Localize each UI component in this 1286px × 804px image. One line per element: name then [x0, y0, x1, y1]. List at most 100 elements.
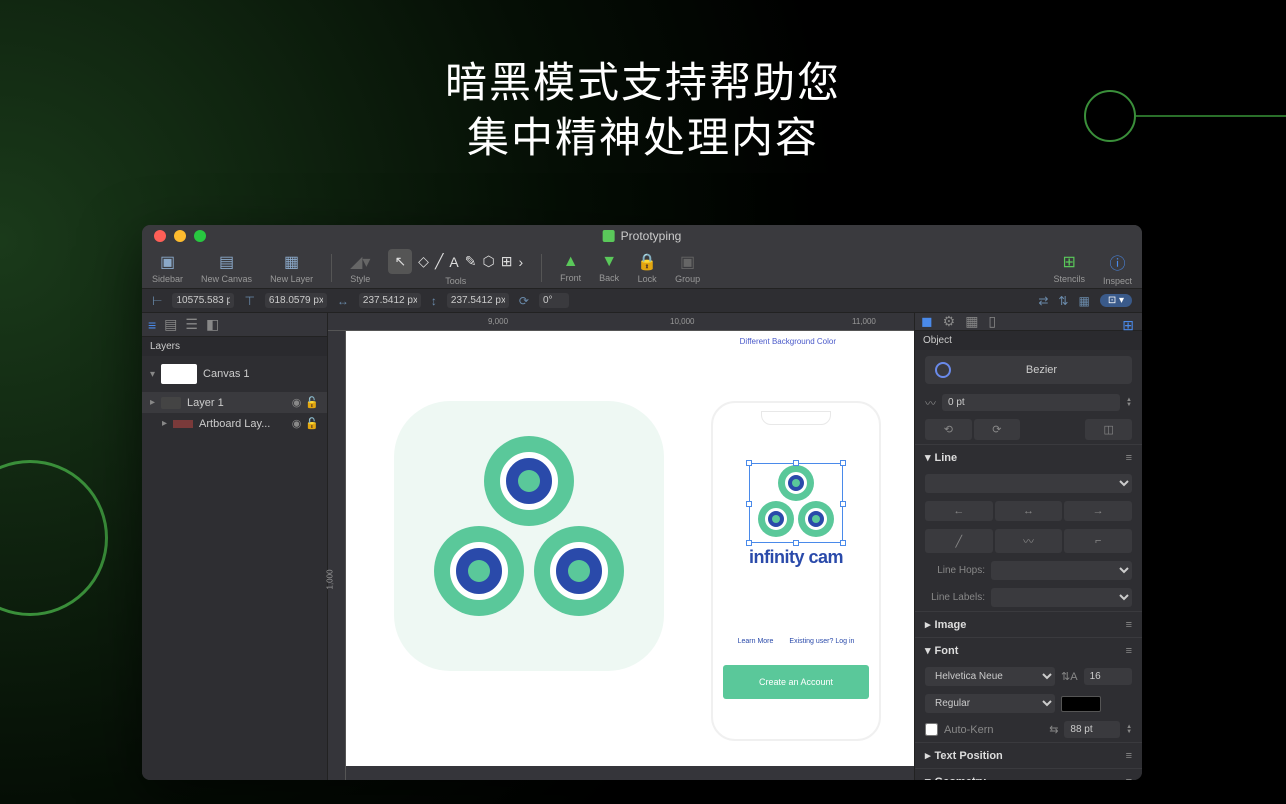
shape-tool[interactable]: ◇ — [418, 253, 429, 270]
canvas-tab[interactable]: ▦ — [965, 313, 978, 330]
menu-icon[interactable]: ≡ — [1126, 452, 1132, 464]
document-tab[interactable]: ▯ — [988, 313, 996, 330]
menu-icon[interactable]: ≡ — [1126, 645, 1132, 657]
titlebar: Prototyping — [142, 225, 1142, 247]
font-size-input[interactable] — [1084, 668, 1132, 685]
stepper[interactable]: ▲▼ — [1126, 725, 1132, 735]
canvas-area[interactable]: 9,000 10,000 11,000 1,000 Different Back… — [328, 313, 914, 780]
canvas[interactable]: Different Background Color — [346, 331, 914, 780]
guides-tab[interactable]: ☰ — [185, 316, 198, 333]
brand-text: infinity cam — [723, 547, 869, 568]
phone-notch — [761, 411, 831, 425]
back-button[interactable]: ▼ Back — [599, 253, 619, 283]
disclosure-icon[interactable]: ▸ — [162, 418, 167, 429]
flip-v-button[interactable]: ⟳ — [974, 419, 1021, 440]
font-color-swatch[interactable] — [1061, 696, 1101, 712]
inspector-tabs: ◼ ⚙ ▦ ▯ ⊞ — [915, 313, 1142, 331]
font-family-select[interactable]: Helvetica Neue — [925, 667, 1055, 686]
style-button[interactable]: ◢▾ Style — [350, 252, 370, 284]
close-button[interactable] — [154, 230, 166, 242]
outline-tab[interactable]: ▤ — [164, 316, 177, 333]
w-input[interactable] — [359, 293, 421, 308]
create-account-button[interactable]: Create an Account — [723, 665, 869, 699]
image-section[interactable]: ▸ Image ≡ — [915, 611, 1142, 637]
font-size-icon: ⇅A — [1061, 670, 1078, 683]
layer-item[interactable]: ▸ Layer 1 ◉ 🔓 — [142, 392, 327, 413]
app-icon-artboard[interactable] — [394, 401, 664, 671]
minimize-button[interactable] — [174, 230, 186, 242]
phone-mockup[interactable]: infinity cam Learn More Existing user? L… — [711, 401, 881, 741]
kern-input[interactable] — [1064, 721, 1120, 738]
selection-tool[interactable]: ↖ — [388, 249, 412, 274]
selection-tab[interactable]: ◧ — [206, 316, 219, 333]
line-hops-select[interactable] — [991, 561, 1132, 580]
autokern-checkbox[interactable] — [925, 723, 938, 736]
stencils-button[interactable]: ⊞ Stencils — [1053, 252, 1085, 284]
flip-h-button[interactable]: ⟲ — [925, 419, 972, 440]
chevron-down-icon: ▾ — [925, 451, 931, 464]
line-curve[interactable]: 〰 — [995, 529, 1063, 553]
lock-icon[interactable]: 🔓 — [305, 396, 319, 409]
decoration-line — [1136, 115, 1286, 117]
text-tool[interactable]: A — [449, 254, 458, 270]
x-icon: ⊢ — [152, 294, 162, 308]
more-tools[interactable]: › — [518, 254, 523, 270]
inspect-button[interactable]: ⓘ Inspect — [1103, 250, 1132, 286]
new-layer-button[interactable]: ▦ New Layer — [270, 252, 313, 284]
menu-icon[interactable]: ≡ — [1126, 776, 1132, 781]
canvas-item[interactable]: ▾ Canvas 1 — [142, 356, 327, 392]
line-straight[interactable]: ╱ — [925, 529, 993, 553]
stroke-width-input[interactable] — [942, 394, 1120, 411]
zoom-fit-button[interactable]: ⊡ ▾ — [1100, 294, 1132, 307]
maximize-button[interactable] — [194, 230, 206, 242]
point-tool[interactable]: ⬡ — [482, 253, 494, 270]
front-button[interactable]: ▲ Front — [560, 253, 581, 283]
menu-icon[interactable]: ≡ — [1126, 750, 1132, 762]
arrow-start-button[interactable]: ← — [925, 501, 993, 521]
artboard-item[interactable]: ▸ Artboard Lay... ◉ 🔓 — [142, 413, 327, 434]
text-position-section[interactable]: ▸ Text Position ≡ — [915, 742, 1142, 768]
properties-tab[interactable]: ⚙ — [943, 313, 956, 330]
line-section[interactable]: ▾ Line ≡ — [915, 444, 1142, 470]
crop-tool[interactable]: ⊞ — [501, 253, 513, 270]
line-style-select[interactable] — [925, 474, 1132, 493]
login-link[interactable]: Existing user? Log in — [789, 638, 854, 645]
visibility-icon[interactable]: ◉ — [292, 396, 302, 409]
rotation-input[interactable] — [539, 293, 569, 308]
line-ortho[interactable]: ⌐ — [1064, 529, 1132, 553]
arrow-mid-button[interactable]: ↔ — [995, 501, 1063, 521]
lock-aspect-icon[interactable]: ▦ — [1078, 294, 1089, 308]
visibility-icon[interactable]: ◉ — [292, 417, 302, 430]
horizontal-scrollbar[interactable] — [346, 766, 914, 780]
flip-v-icon[interactable]: ⇅ — [1058, 294, 1068, 308]
lock-button[interactable]: 🔒 Lock — [637, 252, 657, 284]
x-input[interactable] — [172, 293, 234, 308]
font-weight-select[interactable]: Regular — [925, 694, 1055, 713]
kern-icon: ⇆ — [1049, 723, 1058, 736]
arrow-end-button[interactable]: → — [1064, 501, 1132, 521]
font-section[interactable]: ▾ Font ≡ — [915, 637, 1142, 663]
geometry-section[interactable]: ▾ Geometry ≡ — [915, 768, 1142, 780]
ruler-horizontal: 9,000 10,000 11,000 — [328, 313, 914, 331]
path-op-button[interactable]: ◫ — [1085, 419, 1132, 440]
menu-icon[interactable]: ≡ — [1126, 619, 1132, 631]
phone-logo[interactable] — [751, 465, 841, 541]
line-tool[interactable]: ╱ — [435, 253, 443, 270]
learn-more-link[interactable]: Learn More — [738, 638, 774, 645]
lock-icon[interactable]: 🔓 — [305, 417, 319, 430]
y-input[interactable] — [265, 293, 327, 308]
object-tab[interactable]: ◼ — [921, 313, 933, 330]
disclosure-icon[interactable]: ▾ — [150, 369, 155, 380]
line-labels-select[interactable] — [991, 588, 1132, 607]
group-button[interactable]: ▣ Group — [675, 252, 700, 284]
sidebar-toggle[interactable]: ▣ Sidebar — [152, 252, 183, 284]
pen-tool[interactable]: ✎ — [465, 253, 477, 270]
h-input[interactable] — [447, 293, 509, 308]
new-layer-icon: ▦ — [284, 252, 299, 272]
new-canvas-button[interactable]: ▤ New Canvas — [201, 252, 252, 284]
grid-toggle[interactable]: ⊞ — [1122, 317, 1134, 334]
layers-tab[interactable]: ≡ — [148, 317, 156, 333]
disclosure-icon[interactable]: ▸ — [150, 397, 155, 408]
stepper[interactable]: ▲▼ — [1126, 398, 1132, 408]
flip-h-icon[interactable]: ⇄ — [1038, 294, 1048, 308]
